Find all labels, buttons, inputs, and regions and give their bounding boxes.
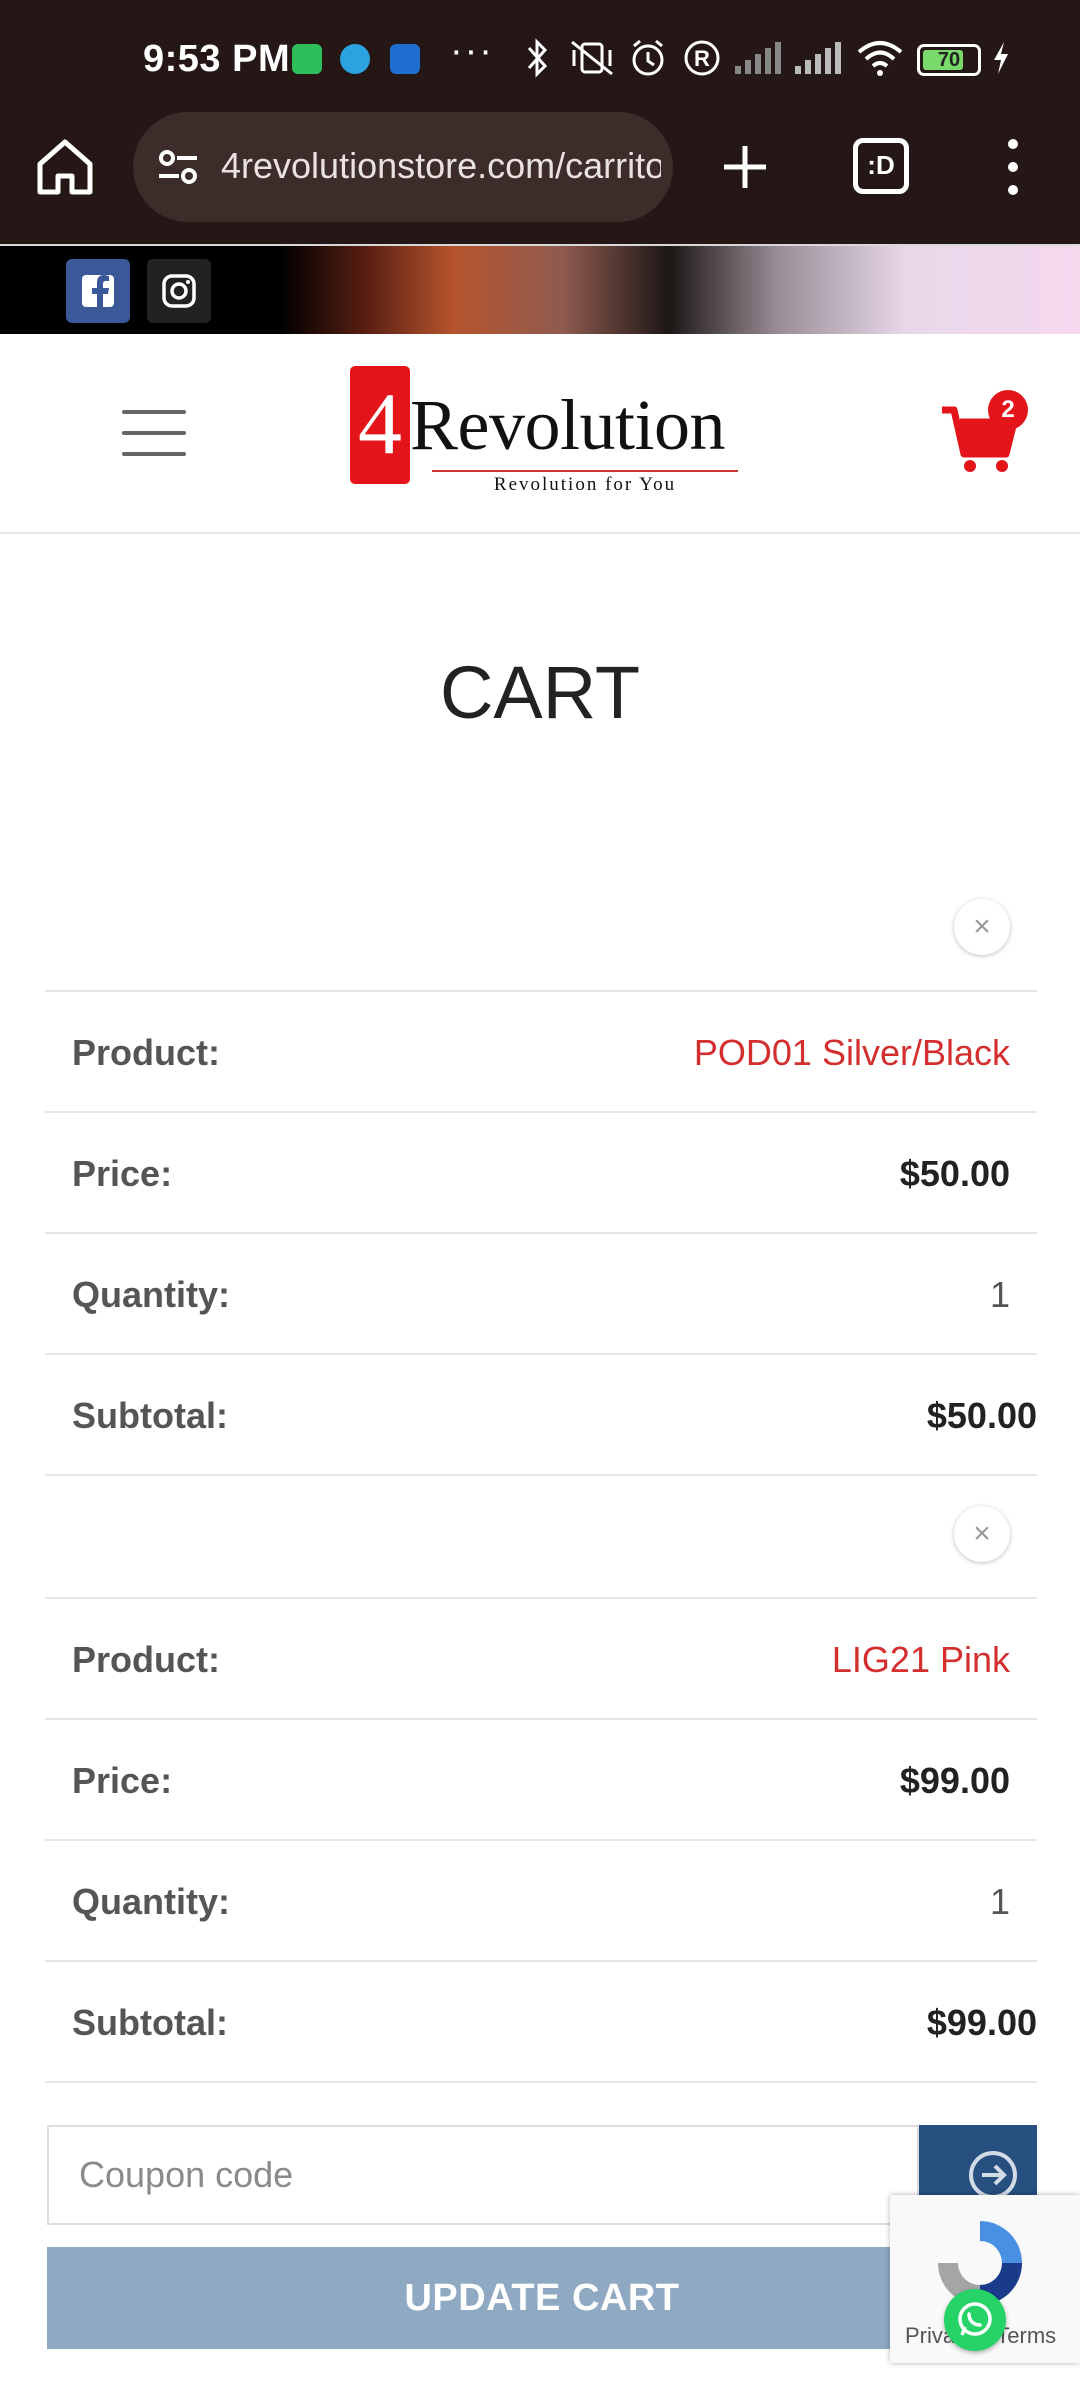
update-cart-button[interactable]: UPDATE CART [47, 2247, 1037, 2349]
facebook-icon [82, 275, 114, 307]
product-link[interactable]: LIG21 Pink [832, 1639, 1010, 1681]
battery-icon: 70 [917, 44, 981, 76]
telegram-icon [340, 44, 370, 74]
signal-icon [795, 42, 841, 74]
quantity-row: Quantity: 1 [45, 1234, 1037, 1355]
wifi-icon [857, 41, 903, 76]
site-settings-icon[interactable] [155, 144, 201, 190]
browser-chrome: 9:53 PM ··· R 70 4revolutionstore.com/ca… [0, 0, 1080, 245]
remove-item-button[interactable]: × [954, 899, 1010, 955]
whatsapp-business-icon [292, 44, 322, 74]
quantity-value[interactable]: 1 [990, 1274, 1010, 1316]
subtotal-row: Subtotal: $99.00 [45, 1962, 1037, 2083]
instagram-icon [162, 274, 196, 308]
logo-word: Revolution [410, 385, 726, 465]
remove-item-button[interactable]: × [954, 1506, 1010, 1562]
subtotal-value: $99.00 [926, 2002, 1037, 2043]
subtotal-label: Subtotal: [72, 1395, 228, 1436]
product-label: Product: [72, 1639, 220, 1680]
subtotal-value: $50.00 [926, 1395, 1037, 1436]
cart-count-badge: 2 [988, 390, 1028, 430]
social-strip [0, 246, 1080, 334]
product-row: Product: POD01 Silver/Black [45, 992, 1037, 1113]
tab-switcher-button[interactable]: :D [853, 138, 909, 194]
instagram-link[interactable] [147, 259, 211, 323]
product-row: Product: LIG21 Pink [45, 1599, 1037, 1720]
price-label: Price: [72, 1760, 173, 1801]
site-header: 4 Revolution Revolution for You 2 [0, 334, 1080, 534]
price-row: Price: $99.00 [45, 1720, 1037, 1841]
logo-mark: 4 [350, 366, 410, 484]
price-label: Price: [72, 1153, 173, 1194]
price-value: $50.00 [899, 1153, 1010, 1194]
quantity-label: Quantity: [72, 1274, 230, 1315]
battery-level: 70 [937, 49, 961, 71]
quantity-value[interactable]: 1 [990, 1881, 1010, 1923]
site-logo[interactable]: 4 Revolution Revolution for You [350, 366, 750, 506]
more-notifications-icon: ··· [450, 30, 494, 72]
address-bar[interactable]: 4revolutionstore.com/carrito [133, 112, 673, 222]
status-time: 9:53 PM [143, 38, 291, 80]
facebook-link[interactable] [66, 259, 130, 323]
price-row: Price: $50.00 [45, 1113, 1037, 1234]
bluetooth-icon [527, 38, 548, 78]
status-bar: 9:53 PM ··· R 70 [0, 0, 1080, 120]
cart-item: × Product: LIG21 Pink Price: $99.00 Quan… [45, 1477, 1037, 2083]
more-menu-button[interactable] [995, 130, 1031, 204]
quantity-row: Quantity: 1 [45, 1841, 1037, 1962]
home-button[interactable] [30, 132, 100, 202]
hamburger-icon [122, 410, 186, 414]
hamburger-menu-button[interactable] [122, 410, 186, 458]
vibrate-off-icon [571, 40, 613, 76]
registered-icon: R [684, 40, 720, 76]
cart-item-remove-row: × [45, 870, 1037, 992]
logo-rule [432, 470, 738, 472]
whatsapp-button[interactable] [944, 2289, 1006, 2351]
cart-button[interactable]: 2 [940, 390, 1036, 476]
outlook-icon [390, 44, 420, 74]
cart-item-remove-row: × [45, 1477, 1037, 1599]
cart-item: × Product: POD01 Silver/Black Price: $50… [45, 870, 1037, 1476]
quantity-label: Quantity: [72, 1881, 230, 1922]
subtotal-label: Subtotal: [72, 2002, 228, 2043]
price-value: $99.00 [899, 1760, 1010, 1801]
product-label: Product: [72, 1032, 220, 1073]
coupon-field[interactable] [47, 2125, 919, 2225]
svg-text:R: R [694, 46, 710, 71]
subtotal-row: Subtotal: $50.00 [45, 1355, 1037, 1476]
signal-icon [735, 42, 781, 74]
coupon-input[interactable] [49, 2127, 917, 2223]
whatsapp-icon [958, 2302, 992, 2336]
product-link[interactable]: POD01 Silver/Black [694, 1032, 1010, 1074]
new-tab-button[interactable] [715, 132, 775, 202]
alarm-icon [632, 39, 664, 76]
logo-tagline: Revolution for You [493, 474, 677, 495]
charging-icon [994, 42, 1008, 74]
page-title: CART [439, 651, 641, 734]
url-text[interactable]: 4revolutionstore.com/carrito [221, 145, 661, 187]
